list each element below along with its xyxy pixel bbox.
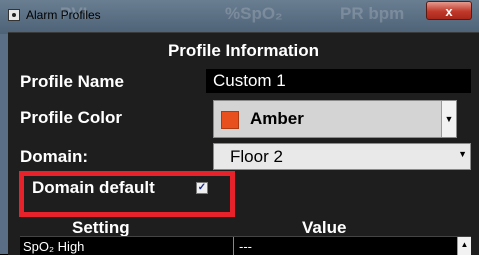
scroll-up-icon[interactable]: ▲ xyxy=(457,237,471,255)
alarm-profiles-window: PVI %SpO₂ PR bpm Alarm Profiles x Profil… xyxy=(0,0,479,255)
domain-value: Floor 2 xyxy=(230,147,283,166)
table-row[interactable]: SpO₂ High --- ▲ xyxy=(20,236,471,255)
chevron-down-icon[interactable]: ▼ xyxy=(441,101,456,137)
profile-color-label: Profile Color xyxy=(20,108,123,127)
background-label-pr: PR bpm xyxy=(340,4,405,23)
profile-name-input[interactable]: Custom 1 xyxy=(206,69,471,93)
setting-cell: SpO₂ High xyxy=(20,237,234,255)
profile-color-select[interactable]: Amber ▼ xyxy=(213,100,457,138)
domain-label: Domain: xyxy=(20,147,88,166)
title-bar[interactable]: PVI %SpO₂ PR bpm Alarm Profiles x xyxy=(0,0,479,34)
section-title: Profile Information xyxy=(167,41,320,60)
close-icon: x xyxy=(445,4,453,19)
background-label-spo2: %SpO₂ xyxy=(225,4,283,23)
profile-name-label: Profile Name xyxy=(20,72,124,91)
close-button[interactable]: x xyxy=(426,1,472,20)
system-menu-icon[interactable] xyxy=(8,9,20,21)
domain-default-checkbox[interactable]: ✓ xyxy=(196,182,208,194)
domain-select[interactable]: Floor 2 ▼ xyxy=(213,143,471,170)
profile-color-value: Amber xyxy=(250,109,304,128)
color-swatch xyxy=(221,111,239,129)
window-title: Alarm Profiles xyxy=(26,8,101,22)
domain-default-label: Domain default xyxy=(32,178,155,197)
chevron-down-icon[interactable]: ▼ xyxy=(458,149,467,159)
column-header-setting: Setting xyxy=(72,218,130,237)
value-cell[interactable]: --- xyxy=(239,237,252,255)
column-header-value: Value xyxy=(302,218,347,237)
